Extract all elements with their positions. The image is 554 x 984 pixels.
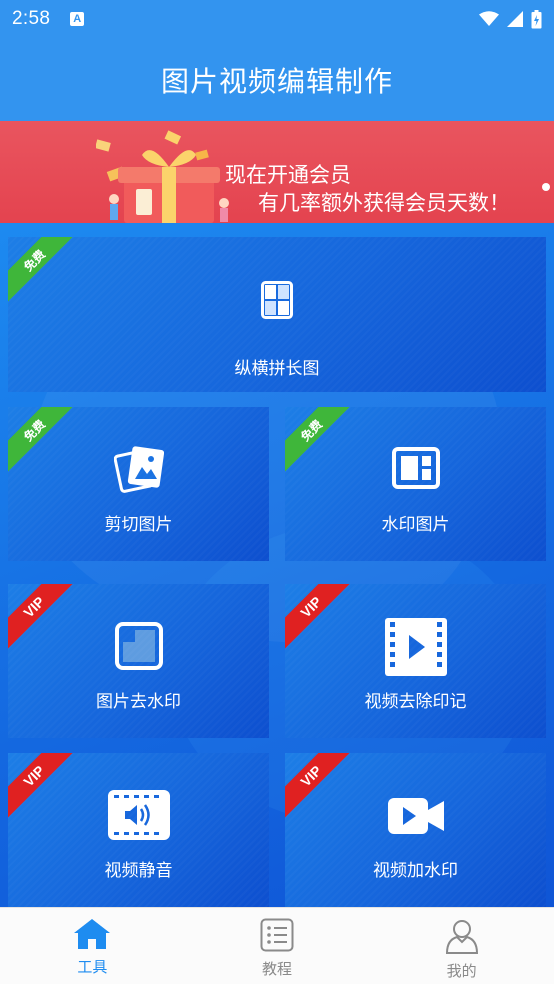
video-camera-icon [387, 798, 444, 834]
page-title: 图片视频编辑制作 [160, 65, 393, 97]
crop-photos-icon [113, 446, 164, 493]
tool-label: 剪切图片 [104, 515, 173, 534]
tab-tutorial[interactable]: 教程 [185, 908, 370, 984]
status-icons [479, 9, 542, 29]
tool-label: 图片去水印 [96, 692, 181, 711]
tool-card-remove-watermark[interactable]: VIP 图片去水印 [8, 584, 269, 738]
tab-label: 教程 [262, 961, 293, 978]
signal-icon [507, 11, 523, 27]
free-badge: 免费 [8, 407, 78, 474]
tab-tools[interactable]: 工具 [0, 908, 185, 984]
battery-icon [531, 9, 542, 28]
tool-grid: 免费 纵横拼长图 免费 剪切图片 免费 水印图片 VIP 图片去水印 VIP 视… [0, 223, 554, 907]
status-bar: 2:58 A [0, 0, 554, 38]
tab-label: 工具 [77, 959, 108, 976]
tab-label: 我的 [446, 963, 477, 980]
bottom-tab-bar: 工具 教程 我的 [0, 907, 554, 984]
banner-page-indicator [542, 183, 550, 191]
watermark-image-icon [391, 447, 440, 489]
vip-badge: VIP [8, 584, 78, 651]
banner-text-line1: 现在开通会员 [225, 164, 351, 187]
home-icon [74, 919, 111, 949]
remove-watermark-icon [114, 622, 163, 670]
tool-label: 水印图片 [381, 515, 450, 534]
vip-badge: VIP [285, 753, 355, 820]
wifi-icon [479, 11, 499, 26]
tool-label: 视频去除印记 [364, 692, 467, 711]
free-badge: 免费 [285, 407, 355, 474]
promo-banner[interactable]: 现在开通会员 有几率额外获得会员天数！ [0, 121, 554, 223]
vip-badge: VIP [285, 584, 355, 651]
vip-badge: VIP [8, 753, 78, 820]
notification-indicator-icon: A [70, 12, 85, 26]
gift-box-illustration-icon [96, 130, 229, 223]
tool-card-mute-video[interactable]: VIP 视频静音 [8, 753, 269, 907]
status-time: 2:58 [12, 8, 51, 29]
tool-card-video-remove-mark[interactable]: VIP 视频去除印记 [285, 584, 546, 738]
tab-mine[interactable]: 我的 [369, 908, 554, 984]
free-badge: 免费 [8, 237, 78, 304]
tool-card-video-watermark[interactable]: VIP 视频加水印 [285, 753, 546, 907]
tool-card-collage[interactable]: 免费 纵横拼长图 [8, 237, 546, 392]
tool-label: 纵横拼长图 [234, 359, 320, 378]
mute-video-icon [107, 790, 170, 840]
tool-card-crop[interactable]: 免费 剪切图片 [8, 407, 269, 561]
tool-label: 视频静音 [104, 861, 173, 880]
user-icon [445, 920, 478, 954]
collage-grid-icon [261, 281, 293, 319]
banner-text-line2: 有几率额外获得会员天数！ [258, 192, 510, 215]
tool-label: 视频加水印 [373, 861, 458, 880]
tutorial-list-icon [260, 918, 294, 952]
tool-card-watermark-image[interactable]: 免费 水印图片 [285, 407, 546, 561]
app-title-bar: 图片视频编辑制作 [0, 38, 554, 121]
film-play-icon [384, 618, 447, 676]
